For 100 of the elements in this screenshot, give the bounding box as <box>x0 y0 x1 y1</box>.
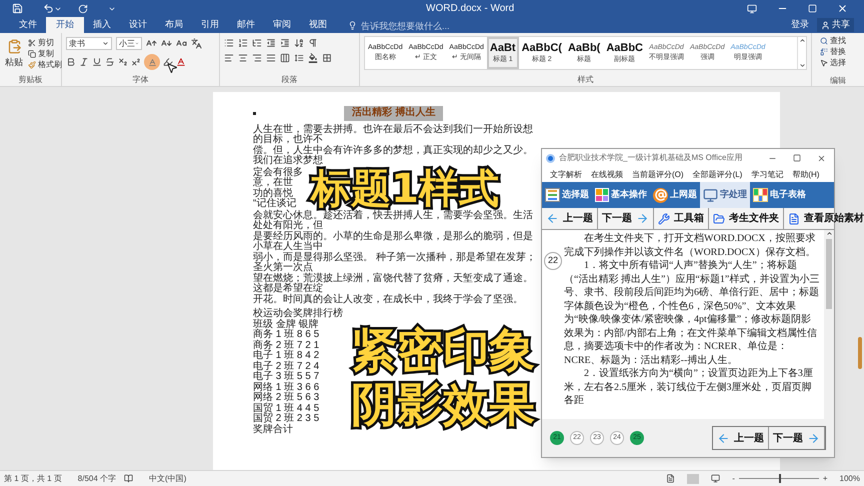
grid-icon <box>595 188 609 202</box>
at-sign-icon <box>653 188 668 202</box>
nav-button[interactable]: 下一题 <box>598 208 654 229</box>
sign-in-link[interactable]: 登录 <box>791 18 809 31</box>
paragraph-line: 功的喜悦 <box>253 188 293 198</box>
restore-icon[interactable] <box>808 4 817 13</box>
nav-button[interactable]: 上一题 <box>542 208 598 229</box>
borders-icon[interactable] <box>322 53 332 63</box>
table-title: 校运动会奖牌排行榜 <box>253 309 343 319</box>
superscript-icon[interactable] <box>131 57 141 67</box>
zoom-in-button[interactable]: + <box>822 472 828 484</box>
menu-item[interactable]: 当前题评分(O) <box>632 168 684 180</box>
menu-item[interactable]: 在线视频 <box>591 168 623 180</box>
paragraph-line: “记住谈记 <box>253 199 298 210</box>
redo-icon[interactable] <box>78 4 88 14</box>
paragraph-line: 开花。时间真的会让人改变，在成长中，我终于学会了坚强。 <box>253 294 524 305</box>
phonetic-icon[interactable] <box>191 38 202 49</box>
save-icon[interactable] <box>12 3 23 14</box>
page-count: 第 1 页，共 1 页 <box>4 472 62 484</box>
ribbon-tab[interactable]: 设计 <box>120 17 156 33</box>
tell-me-field[interactable]: 告诉我您想要做什么... <box>361 19 471 33</box>
question-paragraph: 1．将文中所有错词“人声”替换为“人生”；将标题（“活出精彩 搏出人生”）应用“标题1”样式，并设置为小三号、隶书、段前段后间距均为6磅、单倍行距、居中；标题字体颜色设为“橙色，个性色6，深色50%”、文本效果为“映像/映像变体/紧密映像，4pt偏移量”；修改标题阴影效果为：内部/内部右上角；在文件菜单下编辑文档属性信息，摘要选项卡中的作者改为：NCRER、单位是：NCRE、标题为：活出精彩--搏出人生。 <box>564 259 820 367</box>
font-color-icon[interactable] <box>176 57 186 67</box>
scroll-down-icon[interactable] <box>798 62 806 69</box>
display-options-icon[interactable] <box>747 4 757 14</box>
table-row-text: 电子 2 班 7 2 4 <box>253 362 320 372</box>
ribbon-tab[interactable]: 文件 <box>10 17 46 33</box>
exam-tab[interactable]: 字处理 <box>700 182 750 208</box>
ribbon-tab[interactable]: 审阅 <box>264 17 300 33</box>
web-layout-icon[interactable] <box>711 474 720 483</box>
font-size-dropdown[interactable]: 小三 <box>116 37 142 50</box>
subscript-icon[interactable] <box>118 57 128 67</box>
mouse-cursor-icon <box>166 62 178 74</box>
font-name-dropdown[interactable]: 隶书 <box>66 37 112 50</box>
scroll-up-icon[interactable] <box>826 230 832 237</box>
proofing-icon[interactable] <box>124 474 134 483</box>
exam-tab[interactable]: 基本操作 <box>592 182 650 208</box>
justify-icon[interactable] <box>266 53 276 63</box>
copy-button[interactable]: 复制 <box>28 48 62 59</box>
read-mode-icon[interactable] <box>666 474 676 483</box>
menu-item[interactable]: 帮助(H) <box>792 168 820 180</box>
nav-button[interactable]: 上一题 <box>713 427 769 449</box>
shrink-font-icon[interactable] <box>161 38 172 49</box>
strikethrough-icon[interactable] <box>105 57 115 67</box>
menu-item[interactable]: 文字解析 <box>550 168 582 180</box>
exam-tab[interactable]: 电子表格 <box>750 182 809 208</box>
italic-icon[interactable] <box>79 57 89 67</box>
cut-button[interactable]: 剪切 <box>28 37 62 48</box>
exam-tab[interactable]: 上网题 <box>650 182 700 208</box>
paste-button[interactable]: 粘贴 <box>4 37 24 74</box>
line-spacing-icon[interactable] <box>294 53 304 63</box>
ribbon-tab[interactable]: 视图 <box>300 17 336 33</box>
align-right-icon[interactable] <box>252 53 262 63</box>
zoom-out-button[interactable]: - <box>732 472 735 484</box>
highlighter-icon[interactable] <box>163 57 173 67</box>
ribbon-tab[interactable]: 引用 <box>192 17 228 33</box>
align-center-icon[interactable] <box>238 53 248 63</box>
menu-item[interactable]: 学习笔记 <box>751 168 784 180</box>
table-total: 奖牌合计 <box>253 424 294 435</box>
undo-icon[interactable] <box>43 3 54 14</box>
question-paragraph: 2．设置纸张方向为“横向”；设置页边距为上下各3厘米，左右各2.5厘米，装订线位于左侧3厘米处，页眉页脚各距 <box>564 367 814 408</box>
ribbon-tab[interactable]: 开始 <box>46 17 84 33</box>
table-row-text: 电子 1 班 8 4 2 <box>253 351 320 361</box>
close-icon[interactable] <box>837 3 848 14</box>
zoom-thumb[interactable] <box>778 474 781 483</box>
bullets-icon[interactable] <box>224 38 234 48</box>
ribbon-tab[interactable]: 插入 <box>84 17 120 33</box>
nav-button[interactable]: 查看原始素材 <box>784 208 864 229</box>
maximize-icon[interactable] <box>793 154 801 162</box>
sort-icon[interactable] <box>294 38 304 48</box>
change-case-icon[interactable] <box>176 38 187 49</box>
grow-font-icon[interactable] <box>146 38 157 49</box>
menu-item[interactable]: 全部题评分(L) <box>692 168 742 180</box>
app-icon <box>546 154 555 162</box>
shading-icon[interactable] <box>308 53 318 63</box>
scroll-up-icon[interactable] <box>798 37 806 44</box>
share-button[interactable]: 共享 <box>817 18 854 32</box>
decrease-indent-icon[interactable] <box>266 38 276 48</box>
close-icon[interactable] <box>817 154 826 162</box>
nav-button[interactable]: 下一题 <box>769 427 825 449</box>
bold-icon[interactable] <box>66 57 76 67</box>
multilevel-list-icon[interactable] <box>252 38 262 48</box>
ribbon-tab[interactable]: 邮件 <box>228 17 264 33</box>
word-count: 8/504 个字 <box>78 472 116 484</box>
nav-button[interactable]: 工具箱 <box>654 208 709 229</box>
increase-indent-icon[interactable] <box>280 38 290 48</box>
distribute-icon[interactable] <box>280 53 290 63</box>
pilcrow-icon[interactable] <box>308 38 318 48</box>
replace-button[interactable]: 替换 <box>820 46 856 57</box>
window-title: WORD.docx - Word <box>426 2 514 16</box>
find-button[interactable]: 查找 <box>820 35 856 46</box>
align-left-icon[interactable] <box>224 53 234 63</box>
exam-tab[interactable]: 选择题 <box>542 182 592 208</box>
underline-icon[interactable] <box>92 57 102 67</box>
nav-button[interactable]: 考生文件夹 <box>709 208 784 229</box>
numbering-icon[interactable] <box>238 38 248 48</box>
ribbon-tab[interactable]: 布局 <box>156 17 192 33</box>
select-button[interactable]: 选择 <box>820 57 856 68</box>
folder-icon <box>713 212 725 224</box>
format-painter-button[interactable]: 格式刷 <box>28 59 62 70</box>
